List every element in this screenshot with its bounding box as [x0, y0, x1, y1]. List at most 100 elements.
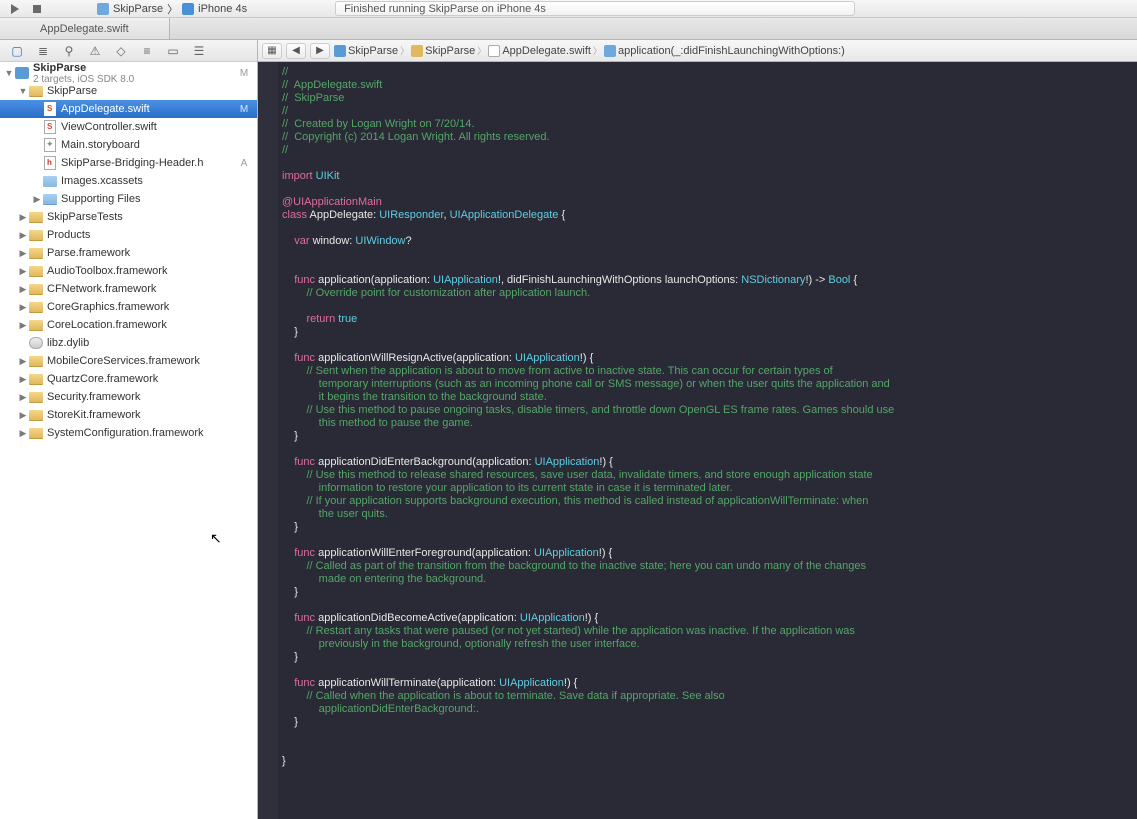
tree-row[interactable]: ▶ StoreKit.framework	[0, 406, 257, 424]
code-area[interactable]: //// AppDelegate.swift// SkipParse//// C…	[258, 62, 1137, 819]
disclosure-triangle-icon[interactable]: ▶	[18, 266, 28, 277]
play-icon	[11, 4, 19, 14]
tree-row[interactable]: AppDelegate.swiftM	[0, 100, 257, 118]
tree-row[interactable]: ▶CFNetwork.framework	[0, 280, 257, 298]
disclosure-triangle-icon[interactable]: ▶	[18, 302, 28, 313]
disclosure-triangle-icon[interactable]: ▶	[18, 230, 28, 241]
disclosure-triangle-icon[interactable]: ▶	[18, 248, 28, 259]
disclosure-triangle-icon[interactable]: ▶	[18, 212, 28, 223]
folder-y-icon	[28, 300, 44, 314]
scheme-device-label: iPhone 4s	[198, 3, 247, 15]
jump-seg-1[interactable]: SkipParse	[425, 45, 475, 57]
scm-badge: A	[237, 158, 251, 169]
tree-item-label: Security.framework	[47, 391, 237, 403]
tree-row[interactable]: libz.dylib	[0, 334, 257, 352]
breakpoint-navigator-icon[interactable]: ▭	[166, 44, 180, 58]
editor-area: ▦ ◀ ▶ SkipParse 〉 SkipParse 〉 AppDelegat…	[258, 40, 1137, 819]
scm-badge: M	[237, 104, 251, 115]
scheme-selector[interactable]: SkipParse 〉 iPhone 4s	[97, 1, 247, 17]
project-subtitle: 2 targets, iOS SDK 8.0	[33, 74, 237, 85]
jump-seg-3[interactable]: application(_:didFinishLaunchingWithOpti…	[618, 45, 845, 57]
swift-icon	[42, 120, 58, 134]
tree-item-label: Supporting Files	[61, 193, 237, 205]
jump-path[interactable]: SkipParse 〉 SkipParse 〉 AppDelegate.swif…	[334, 44, 845, 57]
gutter[interactable]	[258, 62, 278, 819]
tree-item-label: MobileCoreServices.framework	[47, 355, 237, 367]
sb-icon	[42, 138, 58, 152]
project-root-row[interactable]: ▼ SkipParse 2 targets, iOS SDK 8.0 M	[0, 64, 257, 82]
tree-item-label: QuartzCore.framework	[47, 373, 237, 385]
tree-row[interactable]: Main.storyboard	[0, 136, 257, 154]
tree-row[interactable]: ▶ MobileCoreServices.framework	[0, 352, 257, 370]
tree-row[interactable]: ▶SkipParseTests	[0, 208, 257, 226]
tree-item-label: CoreGraphics.framework	[47, 301, 237, 313]
forward-button[interactable]: ▶	[310, 43, 330, 59]
run-button[interactable]	[8, 2, 22, 16]
tree-item-label: SkipParse	[47, 85, 237, 97]
folder-y-icon	[28, 372, 44, 386]
issue-navigator-icon[interactable]: ⚠	[88, 44, 102, 58]
project-navigator-icon[interactable]: ▢	[10, 44, 24, 58]
tree-row[interactable]: ▼ SkipParse	[0, 82, 257, 100]
tree-item-label: Products	[47, 229, 237, 241]
disclosure-triangle-icon[interactable]: ▶	[32, 194, 42, 205]
tab-bar: AppDelegate.swift	[0, 18, 1137, 40]
main-split: ▢ ≣ ⚲ ⚠ ◇ ≡ ▭ ☰ ▼ SkipParse 2 targets, i…	[0, 40, 1137, 819]
folder-y-icon	[28, 84, 44, 98]
symbol-navigator-icon[interactable]: ≣	[36, 44, 50, 58]
tree-row[interactable]: ▶ Products	[0, 226, 257, 244]
disclosure-triangle-icon[interactable]: ▶	[18, 428, 28, 439]
tree-row[interactable]: ▶ CoreGraphics.framework	[0, 298, 257, 316]
tree-row[interactable]: ▶Parse.framework	[0, 244, 257, 262]
navigator-sidebar: ▢ ≣ ⚲ ⚠ ◇ ≡ ▭ ☰ ▼ SkipParse 2 targets, i…	[0, 40, 258, 819]
tree-item-label: Main.storyboard	[61, 139, 237, 151]
chevron-right-icon: 〉	[477, 44, 486, 57]
tree-row[interactable]: ▶ QuartzCore.framework	[0, 370, 257, 388]
tree-item-label: CoreLocation.framework	[47, 319, 237, 331]
tab-label: AppDelegate.swift	[40, 23, 129, 35]
navigator-selector: ▢ ≣ ⚲ ⚠ ◇ ≡ ▭ ☰	[0, 40, 257, 62]
disclosure-triangle-icon[interactable]: ▶	[18, 410, 28, 421]
debug-navigator-icon[interactable]: ≡	[140, 44, 154, 58]
disclosure-triangle-icon[interactable]: ▶	[18, 392, 28, 403]
tree-row[interactable]: ▶AudioToolbox.framework	[0, 262, 257, 280]
tree-item-label: StoreKit.framework	[47, 409, 237, 421]
jump-seg-0[interactable]: SkipParse	[348, 45, 398, 57]
tree-row[interactable]: Images.xcassets	[0, 172, 257, 190]
disclosure-triangle-icon[interactable]: ▼	[18, 86, 28, 96]
jump-seg-2[interactable]: AppDelegate.swift	[502, 45, 591, 57]
tree-item-label: SystemConfiguration.framework	[47, 427, 237, 439]
folder-y-icon	[28, 426, 44, 440]
folder-y-icon	[28, 210, 44, 224]
tree-row[interactable]: SkipParse-Bridging-Header.hA	[0, 154, 257, 172]
stop-button[interactable]	[30, 2, 44, 16]
disclosure-triangle-icon[interactable]: ▶	[18, 320, 28, 331]
test-navigator-icon[interactable]: ◇	[114, 44, 128, 58]
tree-row[interactable]: ▶ SystemConfiguration.framework	[0, 424, 257, 442]
related-items-button[interactable]: ▦	[262, 43, 282, 59]
back-button[interactable]: ◀	[286, 43, 306, 59]
tree-row[interactable]: ▶ Security.framework	[0, 388, 257, 406]
tree-item-label: AppDelegate.swift	[61, 103, 237, 115]
find-navigator-icon[interactable]: ⚲	[62, 44, 76, 58]
stop-icon	[33, 5, 41, 13]
tab-active[interactable]: AppDelegate.swift	[0, 18, 170, 39]
tree-row[interactable]: ViewController.swift	[0, 118, 257, 136]
tree-item-label: libz.dylib	[47, 337, 237, 349]
tree-item-label: ViewController.swift	[61, 121, 237, 133]
tree-row[interactable]: ▶ CoreLocation.framework	[0, 316, 257, 334]
project-name: SkipParse	[33, 62, 237, 74]
disclosure-triangle-icon[interactable]: ▶	[18, 284, 28, 295]
chevron-right-icon: 〉	[593, 44, 602, 57]
folder-y-icon	[28, 354, 44, 368]
disclosure-triangle-icon[interactable]: ▼	[4, 68, 14, 78]
tree-row[interactable]: ▶ Supporting Files	[0, 190, 257, 208]
report-navigator-icon[interactable]: ☰	[192, 44, 206, 58]
method-icon	[604, 45, 616, 57]
scm-badge: M	[237, 68, 251, 79]
source-code[interactable]: //// AppDelegate.swift// SkipParse//// C…	[278, 62, 1137, 819]
status-bar: Finished running SkipParse on iPhone 4s	[335, 1, 855, 16]
disclosure-triangle-icon[interactable]: ▶	[18, 356, 28, 367]
disclosure-triangle-icon[interactable]: ▶	[18, 374, 28, 385]
project-tree[interactable]: ▼ SkipParse 2 targets, iOS SDK 8.0 M ▼ Sk…	[0, 62, 257, 819]
